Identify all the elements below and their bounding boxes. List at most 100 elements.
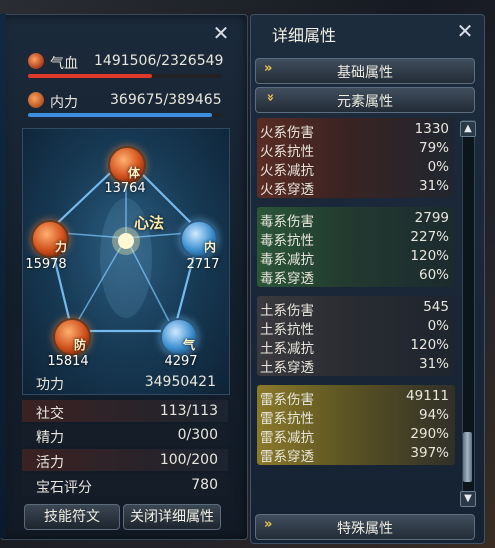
close-icon[interactable]: ✕ — [212, 23, 230, 43]
scrollbar-thumb[interactable] — [463, 432, 472, 482]
list-item: 毒系伤害 2799 — [257, 210, 455, 230]
attr-label: 火系减抗 — [260, 163, 314, 179]
attr-label: 土系穿透 — [260, 360, 314, 376]
hp-bar — [28, 74, 222, 78]
power-label: 功力 — [36, 377, 64, 393]
tab-element-attributes[interactable]: » 元素属性 — [255, 87, 475, 113]
attr-value: 2799 — [414, 210, 449, 226]
close-icon[interactable]: ✕ — [456, 21, 474, 41]
attr-label: 毒系伤害 — [260, 214, 314, 230]
node-defense-value: 15814 — [47, 354, 89, 369]
stat-row-gem-score: 宝石评分 780 — [22, 474, 228, 496]
mp-value: 369675/389465 — [110, 92, 222, 108]
stat-label: 社交 — [36, 406, 64, 422]
attr-value: 290% — [410, 426, 449, 442]
panel-side-edge — [0, 14, 6, 538]
earth-element-group: 土系伤害 545 土系抗性 0% 土系减抗 120% 土系穿透 31% — [257, 296, 455, 376]
stat-value: 113/113 — [159, 403, 218, 419]
node-inner-value: 2717 — [186, 257, 220, 272]
stat-value: 780 — [191, 477, 218, 493]
list-item: 毒系抗性 227% — [257, 229, 455, 249]
attr-value: 120% — [410, 248, 449, 264]
attr-label: 火系穿透 — [260, 182, 314, 198]
node-inner-glyph: 内 — [204, 240, 217, 254]
node-constitution[interactable] — [108, 146, 146, 184]
stat-row-energy: 精力 0/300 — [22, 424, 228, 446]
attr-label: 雷系穿透 — [260, 449, 314, 465]
thunder-element-group: 雷系伤害 49111 雷系抗性 94% 雷系减抗 290% 雷系穿透 397% — [257, 385, 455, 465]
attr-value: 31% — [418, 178, 449, 194]
attr-label: 毒系减抗 — [260, 252, 314, 268]
list-item: 土系抗性 0% — [257, 318, 455, 338]
node-constitution-glyph: 体 — [128, 166, 141, 180]
scroll-down-icon[interactable]: ▼ — [460, 491, 476, 507]
list-item: 毒系穿透 60% — [257, 267, 455, 287]
attr-value: 227% — [410, 229, 449, 245]
list-item: 火系减抗 0% — [257, 159, 455, 179]
attr-label: 雷系抗性 — [260, 411, 314, 427]
attr-value: 49111 — [406, 388, 449, 404]
attr-label: 雷系减抗 — [260, 430, 314, 446]
attr-label: 火系抗性 — [260, 144, 314, 160]
stat-label: 精力 — [36, 430, 64, 446]
stat-row-social: 社交 113/113 — [22, 400, 228, 422]
node-strength-glyph: 力 — [55, 240, 68, 254]
list-item: 火系伤害 1330 — [257, 121, 455, 141]
attr-label: 毒系穿透 — [260, 271, 314, 287]
node-strength-value: 15978 — [25, 257, 67, 272]
attr-value: 0% — [427, 318, 449, 334]
list-item: 土系穿透 31% — [257, 356, 455, 376]
power-value: 34950421 — [144, 374, 216, 390]
attr-value: 31% — [418, 356, 449, 372]
stat-value: 100/200 — [159, 452, 218, 468]
node-constitution-value: 13764 — [104, 181, 146, 196]
stat-label: 活力 — [36, 455, 64, 471]
attr-value: 94% — [418, 407, 449, 423]
attr-value: 120% — [410, 337, 449, 353]
list-item: 雷系伤害 49111 — [257, 388, 455, 408]
stat-value: 0/300 — [177, 427, 218, 443]
tab-label: 元素属性 — [337, 94, 393, 110]
scroll-up-icon[interactable]: ▲ — [460, 121, 476, 137]
stat-row-vitality: 活力 100/200 — [22, 449, 228, 471]
tab-basic-attributes[interactable]: » 基础属性 — [255, 58, 475, 84]
mp-icon — [28, 92, 44, 108]
meridian-center-label: 心法 — [134, 214, 165, 232]
attr-value: 1330 — [414, 121, 449, 137]
hp-bar-fill — [28, 74, 153, 78]
node-qi-value: 4297 — [164, 354, 198, 369]
hp-icon — [28, 53, 44, 69]
list-item: 雷系穿透 397% — [257, 445, 455, 465]
fire-element-group: 火系伤害 1330 火系抗性 79% 火系减抗 0% 火系穿透 31% — [257, 118, 455, 198]
list-item: 火系抗性 79% — [257, 140, 455, 160]
hp-label: 气血 — [50, 56, 78, 72]
mp-bar-fill — [28, 113, 213, 117]
attr-label: 土系抗性 — [260, 322, 314, 338]
list-item: 土系伤害 545 — [257, 299, 455, 319]
list-item: 雷系减抗 290% — [257, 426, 455, 446]
mp-bar — [28, 113, 222, 117]
attr-value: 545 — [423, 299, 449, 315]
list-item: 火系穿透 31% — [257, 178, 455, 198]
list-item: 雷系抗性 94% — [257, 407, 455, 427]
list-item: 毒系减抗 120% — [257, 248, 455, 268]
mp-label: 内力 — [50, 95, 78, 111]
attr-value: 0% — [427, 159, 449, 175]
close-detail-button[interactable]: 关闭详细属性 — [123, 504, 221, 530]
tab-label: 基础属性 — [337, 65, 393, 81]
attr-value: 397% — [410, 445, 449, 461]
skill-rune-button[interactable]: 技能符文 — [24, 504, 120, 530]
attr-value: 79% — [418, 140, 449, 156]
attr-label: 雷系伤害 — [260, 392, 314, 408]
stat-label: 宝石评分 — [36, 480, 92, 496]
poison-element-group: 毒系伤害 2799 毒系抗性 227% 毒系减抗 120% 毒系穿透 60% — [257, 207, 455, 287]
attr-label: 土系伤害 — [260, 303, 314, 319]
node-qi-glyph: 气 — [183, 338, 196, 352]
list-item: 土系减抗 120% — [257, 337, 455, 357]
node-defense-glyph: 防 — [74, 338, 87, 352]
tab-label: 特殊属性 — [337, 521, 393, 537]
tab-special-attributes[interactable]: » 特殊属性 — [255, 514, 475, 540]
attr-label: 土系减抗 — [260, 341, 314, 357]
attr-value: 60% — [418, 267, 449, 283]
attr-label: 毒系抗性 — [260, 233, 314, 249]
